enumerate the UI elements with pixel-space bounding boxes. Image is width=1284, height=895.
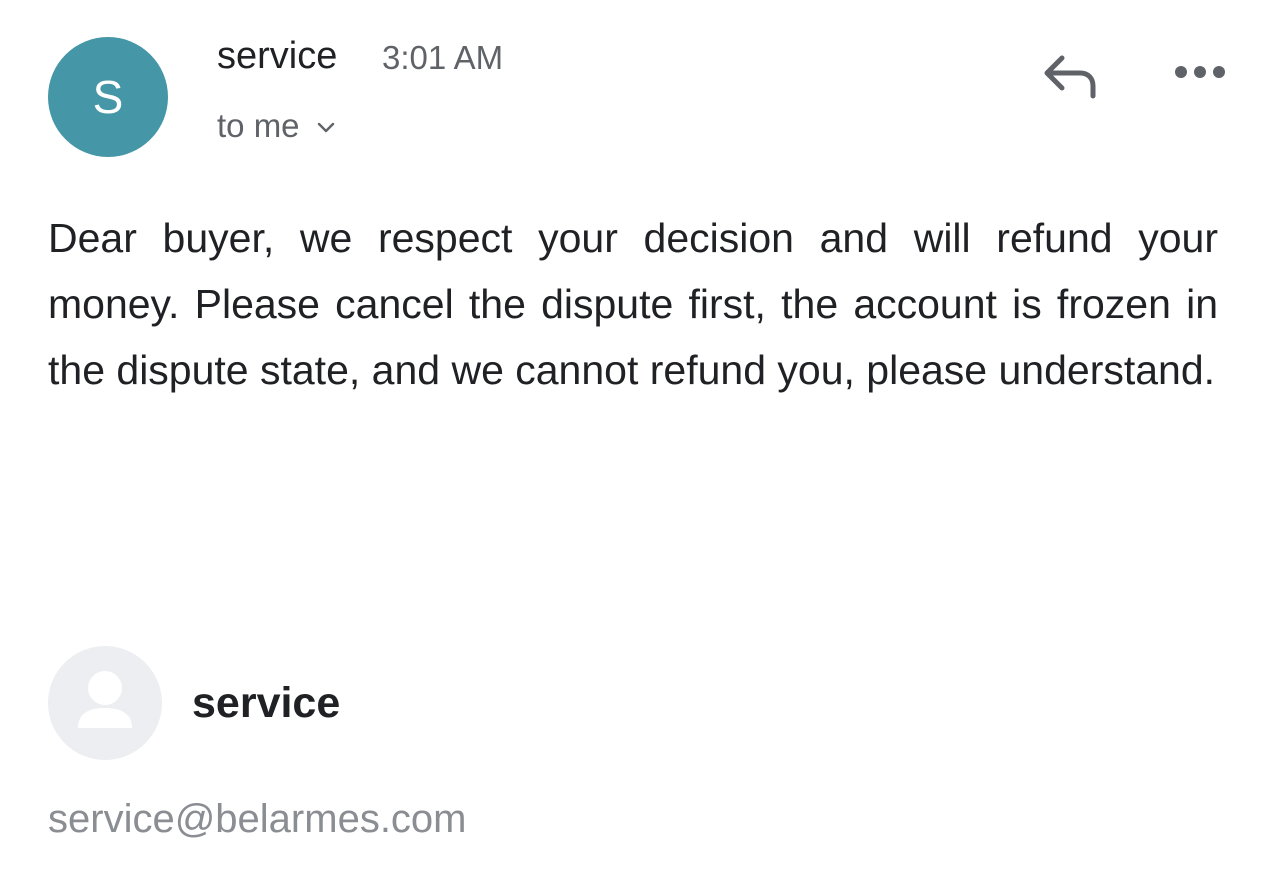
- signature-avatar[interactable]: [48, 646, 162, 760]
- more-options-button[interactable]: [1166, 50, 1234, 94]
- sender-initial: S: [92, 71, 124, 123]
- more-options-icon: [1175, 66, 1225, 78]
- person-icon: [78, 671, 132, 728]
- sender-name[interactable]: service: [217, 34, 337, 78]
- signature-name: service: [192, 679, 341, 727]
- message-body: Dear buyer, we respect your decision and…: [48, 215, 1218, 393]
- recipient-label: to me: [217, 107, 300, 144]
- sender-avatar[interactable]: S: [48, 37, 168, 157]
- chevron-down-icon: [317, 122, 334, 133]
- recipient-details-toggle[interactable]: to me: [217, 106, 338, 146]
- reply-icon: [1044, 55, 1096, 99]
- message-time: 3:01 AM: [382, 39, 504, 76]
- signature-email[interactable]: service@belarmes.com: [48, 795, 467, 843]
- reply-button[interactable]: [1034, 44, 1104, 104]
